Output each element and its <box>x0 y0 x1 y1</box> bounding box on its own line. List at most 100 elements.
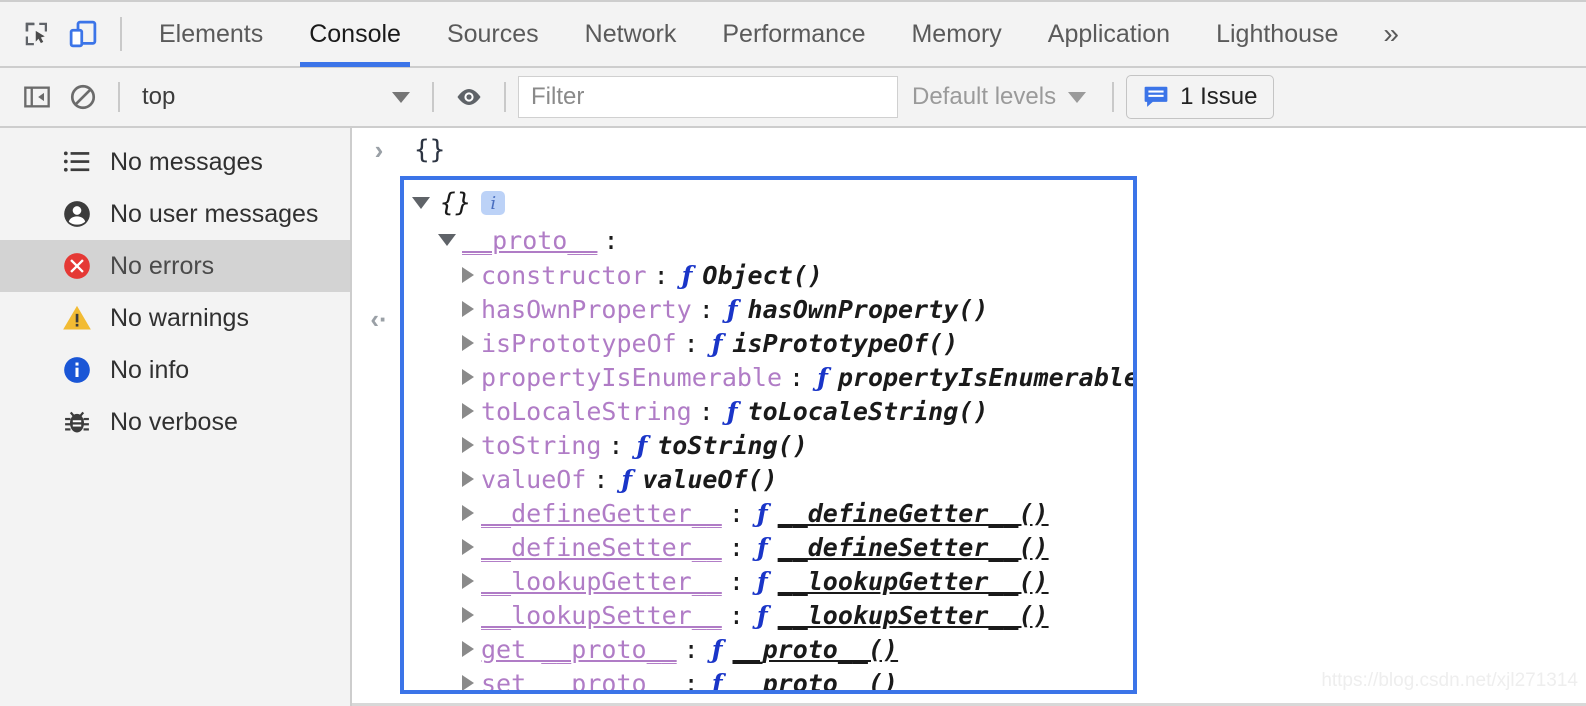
expand-triangle-right-icon[interactable] <box>462 369 474 385</box>
expand-triangle-right-icon[interactable] <box>462 573 474 589</box>
console-result-object[interactable]: {} i __proto__ : constructor : ƒ Object(… <box>400 176 1137 694</box>
expand-triangle-right-icon[interactable] <box>462 437 474 453</box>
property-value: toLocaleString() <box>747 396 989 426</box>
table-row[interactable]: hasOwnProperty : ƒ hasOwnProperty() <box>404 292 1133 326</box>
expand-triangle-right-icon[interactable] <box>462 675 474 690</box>
table-row[interactable]: toString : ƒ toString() <box>404 428 1133 462</box>
table-row[interactable]: __defineGetter__ : ƒ __defineGetter__() <box>404 496 1133 530</box>
property-value: __lookupGetter__() <box>777 566 1049 596</box>
table-row[interactable]: __defineSetter__ : ƒ __defineSetter__() <box>404 530 1133 564</box>
property-value: toString() <box>657 430 808 460</box>
property-value: __lookupSetter__() <box>777 600 1049 630</box>
sidebar-item-no-info[interactable]: No info <box>0 344 350 396</box>
tab-lighthouse[interactable]: Lighthouse <box>1193 1 1361 67</box>
table-row[interactable]: constructor : ƒ Object() <box>404 258 1133 292</box>
property-colon: : <box>728 566 744 596</box>
log-levels-select[interactable]: Default levels <box>898 77 1100 117</box>
function-marker-icon: ƒ <box>711 328 723 358</box>
function-marker-icon: ƒ <box>817 362 828 392</box>
more-tabs-icon[interactable]: » <box>1361 1 1421 67</box>
function-marker-icon: ƒ <box>756 566 768 596</box>
sidebar-item-no-warnings[interactable]: No warnings <box>0 292 350 344</box>
console-toolbar: top Default levels 1 Issue <box>0 68 1586 128</box>
object-preview-row[interactable]: {} i <box>404 184 1133 222</box>
clear-console-icon[interactable] <box>60 74 106 120</box>
sidebar-item-no-verbose[interactable]: No verbose <box>0 396 350 448</box>
warning-glyph <box>63 305 91 330</box>
function-marker-icon: ƒ <box>726 294 738 324</box>
device-toolbar-icon[interactable] <box>60 11 106 57</box>
tab-console[interactable]: Console <box>286 1 424 67</box>
list-glyph <box>63 151 90 172</box>
expand-triangle-right-icon[interactable] <box>462 607 474 623</box>
property-name: get __proto__ <box>481 634 677 664</box>
expand-triangle-right-icon[interactable] <box>462 403 474 419</box>
property-name: valueOf <box>481 464 587 494</box>
expand-triangle-right-icon[interactable] <box>462 471 474 487</box>
toolbar-divider-4 <box>1112 82 1115 112</box>
info-glyph <box>64 357 90 383</box>
function-marker-icon: ƒ <box>726 396 738 426</box>
expand-triangle-right-icon[interactable] <box>462 267 474 283</box>
tab-performance[interactable]: Performance <box>699 1 888 67</box>
table-row[interactable]: propertyIsEnumerable : ƒ propertyIsEnume… <box>404 360 1133 394</box>
tab-memory[interactable]: Memory <box>888 1 1024 67</box>
sidebar-toggle-icon[interactable] <box>14 74 60 120</box>
table-row[interactable]: isPrototypeOf : ƒ isPrototypeOf() <box>404 326 1133 360</box>
sidebar-item-no-info-label: No info <box>110 355 190 384</box>
expand-triangle-right-icon[interactable] <box>462 335 474 351</box>
tab-application-label: Application <box>1047 19 1171 48</box>
expand-triangle-right-icon[interactable] <box>462 539 474 555</box>
tab-sources[interactable]: Sources <box>424 1 562 67</box>
error-glyph <box>64 253 90 279</box>
proto-colon: : <box>603 225 619 255</box>
table-row[interactable]: toLocaleString : ƒ toLocaleString() <box>404 394 1133 428</box>
property-colon: : <box>728 498 744 528</box>
sidebar-item-no-messages[interactable]: No messages <box>0 136 350 188</box>
property-name: isPrototypeOf <box>481 328 677 358</box>
proto-expand-triangle-down-icon[interactable] <box>438 234 456 246</box>
property-name: __defineSetter__ <box>481 532 722 562</box>
tab-elements[interactable]: Elements <box>136 1 286 67</box>
sidebar-item-no-errors[interactable]: No errors <box>0 240 350 292</box>
sidebar-item-no-errors-label: No errors <box>110 251 215 280</box>
eye-icon[interactable] <box>446 74 492 120</box>
bug-glyph <box>65 411 89 433</box>
filter-input[interactable] <box>518 76 898 118</box>
sidebar-item-no-user-messages-label: No user messages <box>110 199 319 228</box>
tab-network[interactable]: Network <box>562 1 700 67</box>
inspect-element-icon[interactable] <box>14 11 60 57</box>
execution-context-select[interactable]: top <box>132 77 420 117</box>
device-toolbar-glyph <box>69 20 97 48</box>
proto-row[interactable]: __proto__ : <box>404 222 1133 258</box>
table-row[interactable]: __lookupGetter__ : ƒ __lookupGetter__() <box>404 564 1133 598</box>
tab-application[interactable]: Application <box>1025 1 1193 67</box>
expand-triangle-down-icon[interactable] <box>412 197 430 209</box>
property-name: propertyIsEnumerable <box>481 362 783 392</box>
table-row[interactable]: set __proto__ : ƒ __proto__() <box>404 666 1133 694</box>
devtools-window: Elements Console Sources Network Perform… <box>0 0 1586 706</box>
console-input-row[interactable]: › {} <box>352 128 1586 172</box>
sidebar-item-no-user-messages[interactable]: No user messages <box>0 188 350 240</box>
expand-triangle-right-icon[interactable] <box>462 505 474 521</box>
property-name: __lookupSetter__ <box>481 600 722 630</box>
tab-elements-label: Elements <box>159 19 264 48</box>
property-name: __lookupGetter__ <box>481 566 722 596</box>
property-value: Object() <box>702 260 823 290</box>
expand-triangle-right-icon[interactable] <box>462 301 474 317</box>
console-output[interactable]: › {} ‹· {} i __proto__ : constructor: ƒ… <box>352 128 1586 706</box>
table-row[interactable]: __lookupSetter__ : ƒ __lookupSetter__() <box>404 598 1133 632</box>
object-preview-text: {} <box>440 188 472 218</box>
tab-performance-label: Performance <box>722 19 866 48</box>
table-row[interactable]: get __proto__ : ƒ __proto__() <box>404 632 1133 666</box>
property-value: hasOwnProperty() <box>747 294 989 324</box>
object-info-badge-icon[interactable]: i <box>481 191 506 215</box>
proto-label: __proto__ <box>462 225 598 255</box>
issues-count-label: 1 Issue <box>1180 83 1258 110</box>
expand-triangle-right-icon[interactable] <box>462 641 474 657</box>
property-value: __proto__() <box>732 668 899 694</box>
property-name: __defineGetter__ <box>481 498 722 528</box>
issues-button[interactable]: 1 Issue <box>1126 75 1275 119</box>
property-value: __defineGetter__() <box>777 498 1049 528</box>
table-row[interactable]: valueOf : ƒ valueOf() <box>404 462 1133 496</box>
